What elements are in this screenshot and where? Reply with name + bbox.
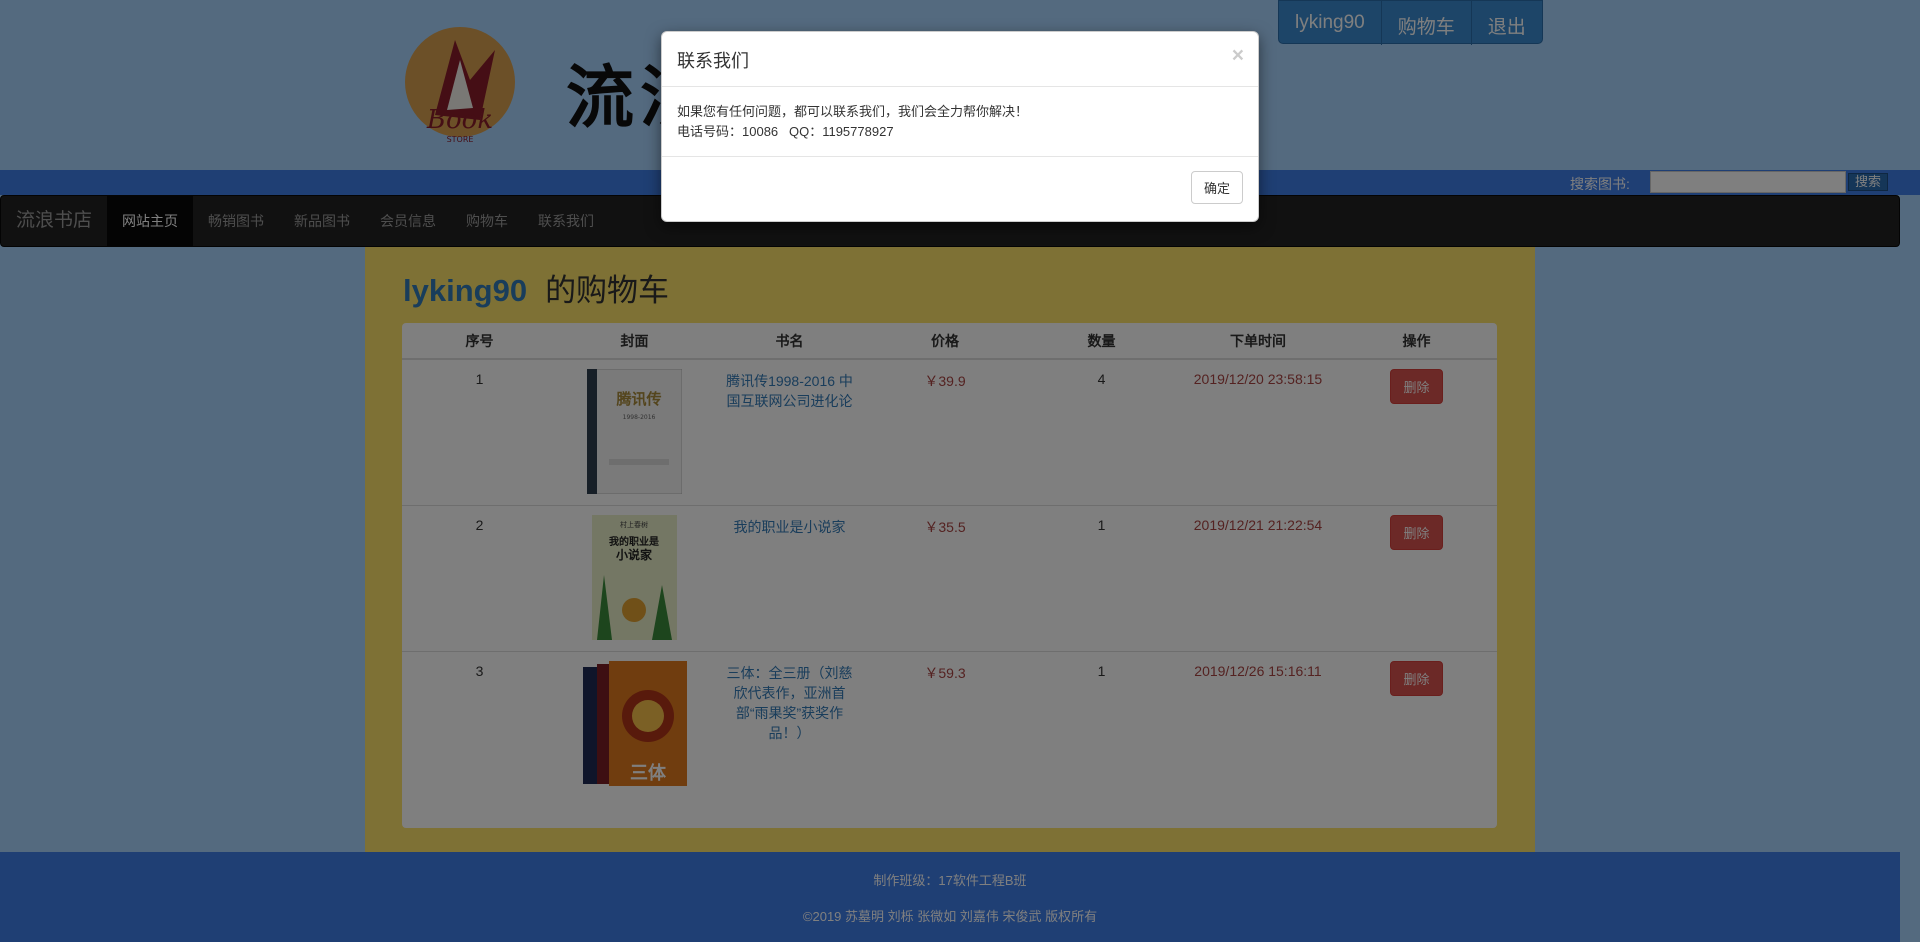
modal-footer: 确定 xyxy=(662,157,1258,218)
contact-modal: 联系我们 × 如果您有任何问题，都可以联系我们，我们会全力帮你解决！ 电话号码：… xyxy=(661,31,1259,222)
modal-title: 联系我们 xyxy=(677,51,749,71)
modal-contact-info: 电话号码：10086 QQ：1195778927 xyxy=(677,124,894,139)
modal-header: 联系我们 × xyxy=(662,32,1258,87)
modal-body: 如果您有任何问题，都可以联系我们，我们会全力帮你解决！ 电话号码：10086 Q… xyxy=(662,87,1258,157)
close-icon[interactable]: × xyxy=(1232,44,1244,68)
modal-message: 如果您有任何问题，都可以联系我们，我们会全力帮你解决！ xyxy=(677,104,1029,119)
confirm-button[interactable]: 确定 xyxy=(1190,171,1243,204)
